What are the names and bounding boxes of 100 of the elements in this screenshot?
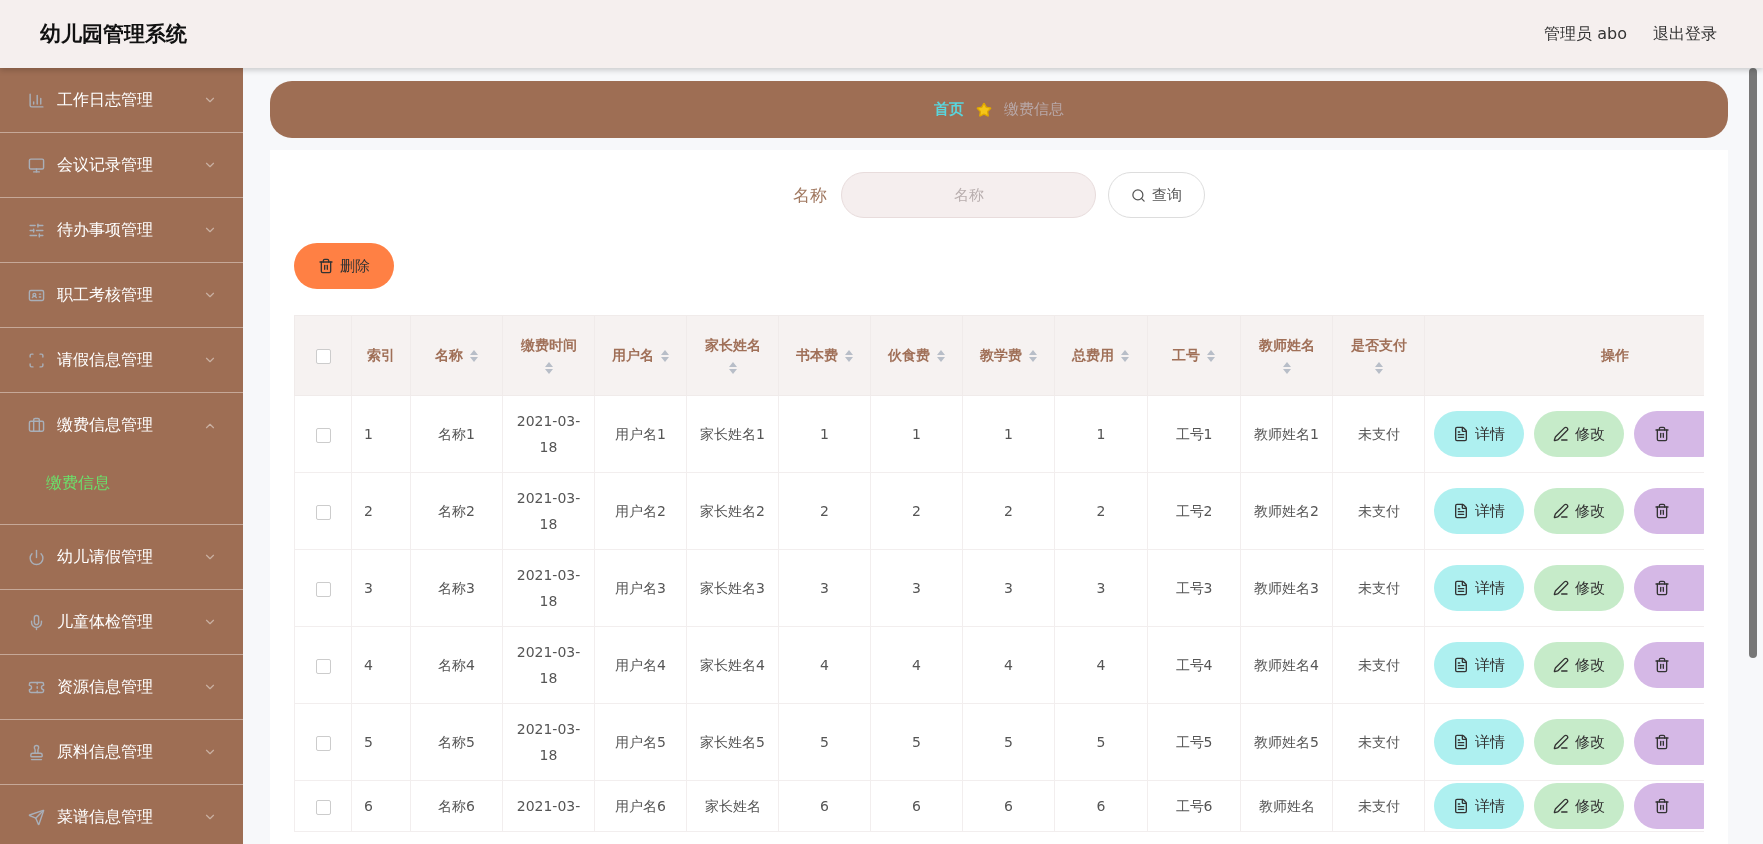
table-cell: 4 [1004, 657, 1013, 673]
trash-icon [1654, 580, 1670, 596]
detail-button[interactable]: 详情 [1434, 565, 1524, 611]
document-icon [1453, 657, 1469, 673]
sidebar-item[interactable]: 幼儿请假管理 [0, 525, 243, 590]
sort-icon[interactable] [935, 348, 946, 363]
delete-selected-button[interactable]: 删除 [294, 243, 394, 289]
row-checkbox[interactable] [315, 658, 331, 674]
sort-icon[interactable] [1206, 348, 1216, 363]
column-header[interactable]: 教师姓名 [1240, 315, 1333, 396]
detail-button[interactable]: 详情 [1434, 411, 1524, 457]
table-cell: 1 [912, 426, 921, 442]
detail-button[interactable]: 详情 [1434, 488, 1524, 534]
delete-button[interactable] [1634, 719, 1704, 765]
table-cell: 2021-03-18 [516, 567, 581, 609]
row-checkbox[interactable] [315, 504, 331, 520]
pen-icon [1553, 426, 1569, 442]
table-cell: 2021-03-18 [516, 413, 581, 455]
edit-button[interactable]: 修改 [1534, 783, 1624, 829]
breadcrumb-home[interactable]: 首页 [934, 100, 964, 119]
row-checkbox[interactable] [315, 581, 331, 597]
sidebar-item[interactable]: 职工考核管理 [0, 263, 243, 328]
sidebar-item[interactable]: 儿童体检管理 [0, 590, 243, 655]
delete-button[interactable] [1634, 488, 1704, 534]
sidebar-item[interactable]: 会议记录管理 [0, 133, 243, 198]
search-button[interactable]: 查询 [1108, 172, 1205, 218]
table-cell: 3 [820, 580, 829, 596]
table-cell: 5 [364, 734, 373, 750]
logout-link[interactable]: 退出登录 [1653, 23, 1717, 45]
table-cell: 工号1 [1175, 426, 1213, 442]
delete-button[interactable] [1634, 642, 1704, 688]
sort-icon[interactable] [1281, 360, 1292, 375]
table-cell: 用户名5 [615, 734, 666, 750]
table-cell: 工号3 [1175, 580, 1213, 596]
trash-icon [1654, 734, 1670, 750]
edit-button[interactable]: 修改 [1534, 565, 1624, 611]
table-cell: 名称2 [438, 503, 475, 519]
sort-icon[interactable] [727, 360, 738, 375]
column-header[interactable]: 是否支付 [1332, 315, 1425, 396]
delete-button[interactable] [1634, 565, 1704, 611]
sort-icon[interactable] [659, 348, 670, 363]
table-cell: 工号5 [1175, 734, 1213, 750]
sort-icon[interactable] [543, 360, 554, 375]
microphone-icon [28, 613, 45, 631]
edit-button[interactable]: 修改 [1534, 488, 1624, 534]
column-header[interactable]: 名称 [410, 315, 503, 396]
sidebar-item[interactable]: 待办事项管理 [0, 198, 243, 263]
sort-icon[interactable] [1373, 360, 1384, 375]
edit-button[interactable]: 修改 [1534, 719, 1624, 765]
scrollbar[interactable] [1749, 68, 1757, 658]
column-header[interactable]: 伙食费 [870, 315, 963, 396]
sort-icon[interactable] [843, 348, 854, 363]
table-cell: 2021-03- [516, 798, 581, 814]
delete-button[interactable] [1634, 411, 1704, 457]
table-cell: 5 [1096, 734, 1106, 750]
column-header: 操作 [1424, 315, 1704, 396]
column-header[interactable]: 缴费时间 [502, 315, 595, 396]
sliders-icon [28, 221, 45, 239]
table-cell: 5 [912, 734, 921, 750]
table-cell: 名称6 [438, 798, 475, 814]
detail-button[interactable]: 详情 [1434, 719, 1524, 765]
app-title: 幼儿园管理系统 [40, 21, 187, 48]
delete-button[interactable] [1634, 783, 1704, 829]
row-checkbox[interactable] [315, 427, 331, 443]
sort-icon[interactable] [1027, 348, 1038, 363]
column-header[interactable]: 总费用 [1054, 315, 1148, 396]
edit-button[interactable]: 修改 [1534, 642, 1624, 688]
row-checkbox[interactable] [315, 735, 331, 751]
row-checkbox[interactable] [315, 799, 331, 815]
sidebar-item[interactable]: 资源信息管理 [0, 655, 243, 720]
detail-button[interactable]: 详情 [1434, 783, 1524, 829]
edit-button[interactable]: 修改 [1534, 411, 1624, 457]
column-header: 索引 [351, 315, 411, 396]
column-header[interactable]: 工号 [1147, 315, 1241, 396]
sidebar-item[interactable]: 原料信息管理 [0, 720, 243, 785]
table-cell: 未支付 [1357, 734, 1400, 750]
table-cell: 3 [1096, 580, 1106, 596]
column-header[interactable]: 用户名 [594, 315, 687, 396]
table-cell: 教师姓名 [1258, 798, 1315, 814]
search-field[interactable]: 名称 [841, 172, 1096, 218]
table-cell: 1 [1096, 426, 1106, 442]
table-cell: 教师姓名3 [1254, 580, 1319, 596]
column-header[interactable]: 家长姓名 [686, 315, 779, 396]
sidebar-item[interactable]: 请假信息管理 [0, 328, 243, 393]
column-header[interactable]: 教学费 [962, 315, 1055, 396]
submenu-item[interactable]: 缴费信息 [0, 458, 243, 508]
table-cell: 6 [912, 798, 921, 814]
table-cell: 用户名1 [615, 426, 666, 442]
sort-icon[interactable] [1120, 348, 1130, 363]
select-all-checkbox[interactable] [315, 348, 331, 364]
column-header[interactable]: 书本费 [778, 315, 871, 396]
sidebar-item[interactable]: 菜谱信息管理 [0, 785, 243, 844]
table-cell: 2 [364, 503, 373, 519]
table-cell: 未支付 [1357, 657, 1400, 673]
sort-icon[interactable] [468, 348, 479, 363]
sidebar-item[interactable]: 缴费信息管理 [0, 393, 243, 458]
table-cell: 2 [1004, 503, 1013, 519]
sidebar-item[interactable]: 工作日志管理 [0, 68, 243, 133]
table-cell: 名称3 [438, 580, 475, 596]
detail-button[interactable]: 详情 [1434, 642, 1524, 688]
